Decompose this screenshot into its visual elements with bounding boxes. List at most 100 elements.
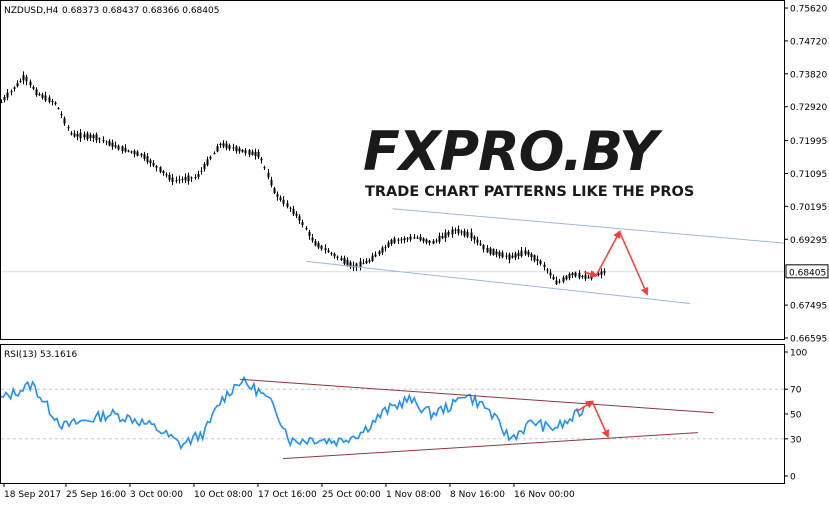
candle-body: [520, 250, 523, 257]
candle-body: [241, 149, 244, 152]
candle-body: [333, 254, 336, 257]
candle-body: [95, 134, 98, 141]
candle-body: [108, 140, 111, 146]
candle-body: [63, 118, 66, 124]
candle-body: [549, 272, 552, 276]
candle-body: [482, 244, 485, 250]
candle-body: [194, 176, 197, 178]
candle-body: [38, 94, 41, 96]
candle-body: [152, 163, 155, 166]
candle-body: [603, 271, 606, 273]
rsi-axis: 100 70 50 30 0: [784, 349, 807, 483]
candle-body: [543, 264, 546, 268]
candle-body: [368, 260, 371, 262]
candle-body: [508, 254, 511, 260]
chart-symbol: NZDUSD,H4: [4, 6, 59, 16]
time-tick-label: 10 Oct 08:00: [194, 490, 253, 500]
price-tick-label: 0.70195: [790, 203, 827, 213]
candle-body: [384, 247, 387, 249]
candle-body: [70, 133, 73, 135]
rsi-tick-label: 0: [790, 473, 796, 483]
candle-body: [209, 156, 212, 159]
candle-body: [92, 135, 95, 138]
candle-body: [155, 166, 158, 168]
candle-body: [279, 197, 282, 200]
candle-body: [413, 237, 416, 239]
candle-body: [57, 108, 60, 110]
candle-body: [489, 248, 492, 254]
candle-body: [343, 257, 346, 264]
candle-body: [175, 180, 178, 182]
time-tick-label: 25 Oct 00:00: [322, 490, 381, 500]
candle-body: [130, 151, 133, 153]
candle-body: [41, 94, 44, 98]
candle-body: [403, 238, 406, 241]
candle-body: [117, 145, 120, 150]
price-tick-label: 0.66595: [790, 335, 827, 345]
candle-body: [539, 260, 542, 264]
candle-body: [140, 153, 143, 156]
candle-body: [301, 222, 304, 225]
candle-body: [314, 241, 317, 246]
candle-body: [305, 228, 308, 230]
candle-body: [441, 235, 444, 239]
watermark-brand: FXPRO.BY: [363, 120, 663, 183]
candle-body: [32, 86, 35, 89]
candle-body: [470, 232, 473, 239]
rsi-tick-label: 100: [790, 349, 807, 359]
candle-body: [359, 261, 362, 268]
candle-body: [486, 247, 489, 253]
candle-body: [228, 144, 231, 149]
price-tick-label: 0.67495: [790, 302, 827, 312]
time-tick-label: 18 Sep 2017: [4, 490, 61, 500]
candle-body: [397, 239, 400, 241]
candle-body: [340, 258, 343, 260]
candle-body: [530, 254, 533, 258]
candle-body: [422, 238, 425, 242]
time-tick-label: 17 Oct 16:00: [258, 490, 317, 500]
candle-body: [0, 101, 3, 103]
candle-body: [555, 280, 558, 284]
candle-body: [498, 251, 501, 257]
candle-body: [444, 232, 447, 239]
candle-body: [206, 159, 209, 166]
rsi-tick-label: 70: [790, 386, 802, 396]
candle-body: [584, 274, 587, 279]
candle-body: [317, 243, 320, 248]
candle-body: [149, 160, 152, 164]
candle-body: [536, 258, 539, 262]
candle-body: [111, 142, 114, 147]
candle-body: [289, 207, 292, 209]
candle-body: [270, 180, 273, 186]
candle-body: [466, 231, 469, 237]
candle-body: [44, 95, 47, 101]
candle-body: [381, 247, 384, 253]
candle-body: [378, 251, 381, 255]
chart-ohlc: 0.68373 0.68437 0.68366 0.68405: [62, 6, 219, 16]
candle-body: [79, 132, 82, 139]
candle-body: [346, 259, 349, 266]
candle-body: [562, 277, 565, 282]
time-tick-label: 8 Nov 16:00: [450, 490, 505, 500]
time-tick-label: 3 Oct 00:00: [130, 490, 183, 500]
candle-body: [460, 231, 463, 233]
candle-body: [565, 276, 568, 280]
price-tick-label: 0.72920: [790, 103, 827, 113]
candle-body: [463, 230, 466, 236]
candle-body: [286, 203, 289, 207]
candle-body: [244, 150, 247, 154]
candle-body: [524, 250, 527, 255]
candle-body: [10, 91, 13, 93]
time-tick-label: 16 Nov 00:00: [514, 490, 575, 500]
candle-body: [51, 100, 54, 103]
candle-body: [114, 145, 117, 148]
candle-body: [25, 76, 28, 82]
candle-body: [102, 139, 105, 141]
candle-body: [438, 235, 441, 242]
candle-body: [22, 75, 25, 81]
candle-body: [98, 138, 101, 140]
candle-body: [263, 167, 266, 169]
candle-body: [124, 147, 127, 152]
candle-body: [387, 242, 390, 248]
candle-body: [425, 239, 428, 243]
